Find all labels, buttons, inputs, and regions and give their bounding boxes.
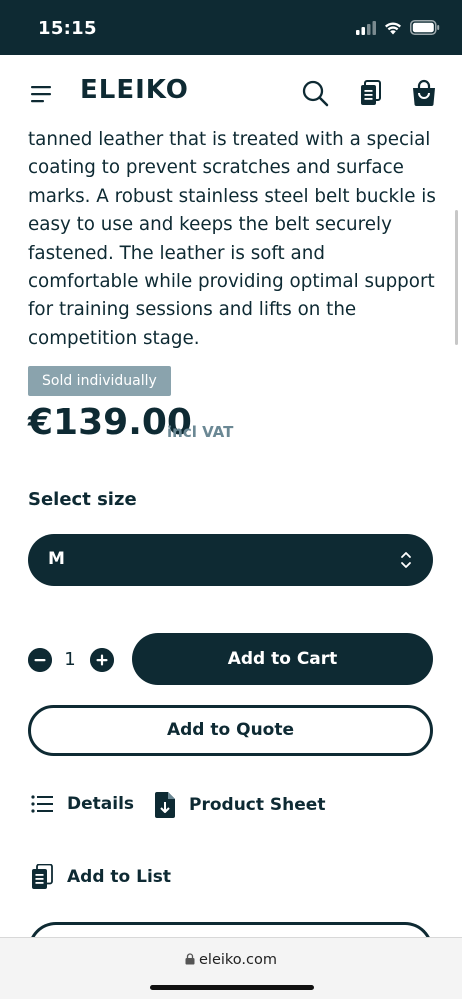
list-document-icon [32, 864, 53, 889]
size-selected-value: M [48, 549, 65, 569]
quantity-value[interactable]: 1 [62, 649, 78, 670]
search-icon[interactable] [301, 79, 329, 107]
battery-icon [410, 20, 440, 35]
add-to-list-link[interactable]: Add to List [31, 864, 171, 890]
select-size-label: Select size [28, 489, 137, 510]
product-description: tanned leather that is treated with a sp… [28, 129, 436, 349]
status-time: 15:15 [38, 18, 97, 39]
eleiko-logo[interactable]: ELEIKO [80, 75, 189, 105]
home-indicator [150, 985, 314, 990]
details-label: Details [67, 794, 135, 814]
lock-icon [185, 953, 195, 965]
vat-label: incl VAT [167, 423, 234, 441]
details-link[interactable]: Details [31, 794, 134, 814]
size-select[interactable]: M [28, 534, 433, 586]
wifi-icon [385, 22, 401, 34]
site-header: ELEIKO [0, 55, 462, 135]
status-bar: 15:15 [0, 0, 462, 55]
add-to-cart-button[interactable]: Add to Cart [132, 633, 433, 685]
cart-bag-icon[interactable] [410, 79, 438, 107]
url-text: eleiko.com [199, 952, 277, 968]
add-to-quote-button[interactable]: Add to Quote [28, 705, 433, 756]
list-icon [31, 795, 53, 813]
scrollbar[interactable] [455, 210, 458, 345]
quote-list-icon[interactable] [357, 79, 385, 107]
status-icons [356, 20, 440, 35]
signal-icon [356, 20, 376, 35]
add-to-list-label: Add to List [67, 867, 172, 887]
chevron-up-down-icon [401, 552, 411, 568]
quantity-increase-button[interactable] [90, 648, 114, 672]
menu-icon[interactable] [28, 83, 54, 105]
quantity-decrease-button[interactable] [28, 648, 52, 672]
url-display[interactable]: eleiko.com [0, 952, 462, 968]
download-document-icon [155, 792, 175, 818]
product-sheet-link[interactable]: Product Sheet [155, 792, 325, 818]
product-sheet-label: Product Sheet [189, 795, 326, 815]
sold-individually-badge: Sold individually [28, 366, 171, 396]
browser-address-bar[interactable]: eleiko.com [0, 937, 462, 999]
